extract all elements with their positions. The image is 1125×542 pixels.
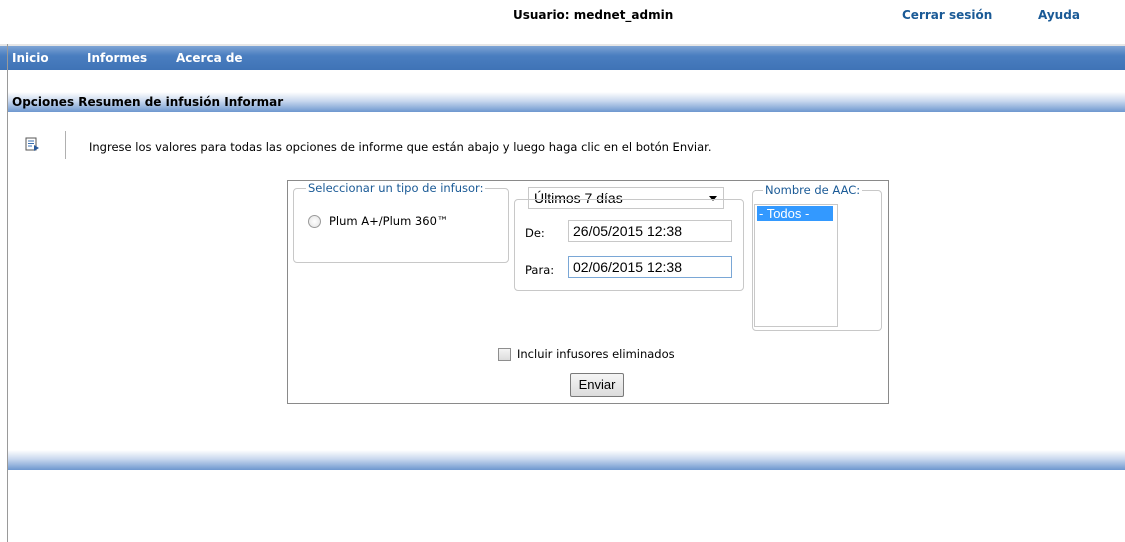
from-date-value: 26/05/2015 12:38 <box>573 223 682 239</box>
from-date-label: De: <box>525 226 545 240</box>
page-title: Opciones Resumen de infusión Informar <box>12 95 284 109</box>
help-link[interactable]: Ayuda <box>1038 8 1080 22</box>
logout-link[interactable]: Cerrar sesión <box>902 8 992 22</box>
to-date-label: Para: <box>525 263 555 277</box>
aac-name-legend: Nombre de AAC: <box>763 183 863 197</box>
nav-item-informes[interactable]: Informes <box>87 51 147 65</box>
current-user-label: Usuario: mednet_admin <box>513 8 674 22</box>
section-header: Opciones Resumen de infusión Informar <box>8 92 1125 112</box>
aac-option-todos[interactable]: - Todos - <box>757 206 833 221</box>
main-nav-bar: Inicio Informes Acerca de <box>0 44 1125 70</box>
infuser-type-option-label: Plum A+/Plum 360™ <box>329 214 449 228</box>
report-options-icon <box>25 137 39 151</box>
include-deleted-label: Incluir infusores eliminados <box>517 347 675 361</box>
nav-item-inicio[interactable]: Inicio <box>12 51 49 65</box>
to-date-value: 02/06/2015 12:38 <box>573 259 682 275</box>
include-deleted-checkbox[interactable] <box>498 348 511 361</box>
date-range-group: De: 26/05/2015 12:38 Para: 02/06/2015 12… <box>514 199 744 291</box>
footer-bar <box>8 450 1125 470</box>
nav-item-acerca-de[interactable]: Acerca de <box>176 51 243 65</box>
instruction-separator <box>65 131 66 159</box>
aac-option-label: - Todos - <box>759 206 810 221</box>
instruction-text: Ingrese los valores para todas las opcio… <box>89 140 712 154</box>
infuser-type-group: Seleccionar un tipo de infusor: Plum A+/… <box>293 181 509 263</box>
to-date-input[interactable]: 02/06/2015 12:38 <box>568 256 732 278</box>
report-options-panel: Seleccionar un tipo de infusor: Plum A+/… <box>287 180 889 404</box>
submit-button[interactable]: Enviar <box>570 373 624 397</box>
aac-name-listbox[interactable]: - Todos - <box>754 204 838 327</box>
from-date-input[interactable]: 26/05/2015 12:38 <box>568 220 732 242</box>
top-header: Usuario: mednet_admin Cerrar sesión Ayud… <box>0 0 1125 42</box>
infuser-type-radio[interactable] <box>308 215 321 228</box>
infuser-type-legend: Seleccionar un tipo de infusor: <box>306 181 486 195</box>
